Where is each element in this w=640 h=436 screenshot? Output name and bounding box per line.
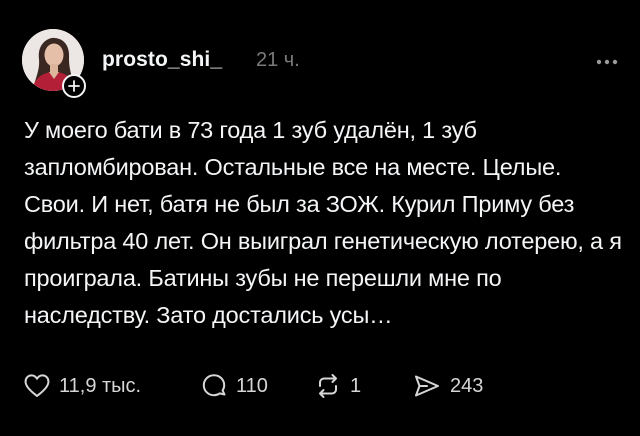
share-button[interactable]: 243: [412, 368, 483, 404]
plus-icon: [68, 80, 80, 92]
thread-post: prosto_shi_ 21 ч. У моего бати в 73 года…: [0, 0, 640, 436]
post-timestamp: 21 ч.: [256, 49, 300, 71]
repost-count: 1: [350, 374, 362, 397]
author-avatar[interactable]: [22, 29, 86, 98]
post-body-text: У моего бати в 73 года 1 зуб удалён, 1 з…: [24, 117, 622, 328]
comment-icon: [202, 374, 226, 397]
like-count: 11,9 тыс.: [59, 374, 142, 397]
follow-button[interactable]: [62, 74, 86, 98]
send-icon: [415, 375, 439, 397]
like-button[interactable]: 11,9 тыс.: [23, 368, 141, 404]
reply-count: 110: [236, 374, 268, 397]
reply-button[interactable]: 110: [200, 368, 268, 404]
repost-icon: [319, 374, 337, 398]
more-options-button[interactable]: [594, 54, 620, 65]
more-horizontal-icon: [596, 59, 618, 65]
username[interactable]: prosto_shi_: [102, 48, 222, 72]
heart-icon: [24, 374, 50, 397]
post-actions-bar: 11,9 тыс. 110 1 243: [0, 368, 640, 404]
share-count: 243: [450, 374, 484, 397]
repost-button[interactable]: 1: [314, 368, 361, 404]
